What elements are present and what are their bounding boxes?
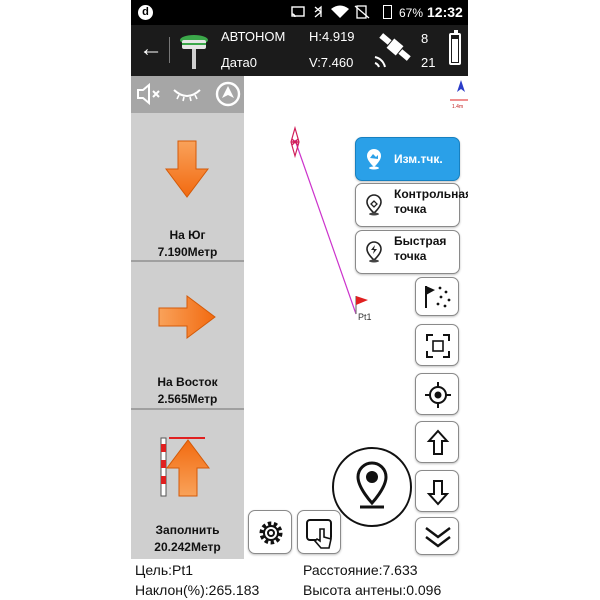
clock: 12:32 <box>427 4 463 20</box>
tap-select-button[interactable] <box>297 510 341 554</box>
control-point-icon <box>366 194 382 216</box>
settings-button[interactable] <box>248 510 292 554</box>
track-line <box>294 139 357 315</box>
control-point-label: Контрольная точка <box>394 187 468 216</box>
east-value: 2.565Метр <box>157 392 218 406</box>
battery-percent: 67% <box>399 6 424 20</box>
zoom-in-up-button[interactable] <box>415 421 459 463</box>
data-link-label: Дата0 <box>221 55 258 70</box>
top-app-bar: ← АВТОНОМ Дата0 H:4.919 V:7.460 8 21 <box>131 25 468 76</box>
battery-status-icon <box>383 5 392 19</box>
point-cloud-tool-button[interactable] <box>415 277 459 316</box>
fill-value: 20.242Метр <box>154 540 221 554</box>
south-offset-section: На Юг 7.190Метр <box>131 113 244 262</box>
double-chevron-down-icon <box>425 527 451 548</box>
south-value: 7.190Метр <box>157 245 218 259</box>
east-offset-section: На Восток 2.565Метр <box>131 262 244 410</box>
collect-point-button[interactable] <box>332 447 412 527</box>
arrow-down-outline-icon <box>426 480 450 506</box>
gnss-receiver-icon[interactable] <box>177 31 211 71</box>
distance-value: Расстояние:7.633 <box>303 562 418 578</box>
quick-point-icon <box>366 241 382 263</box>
quick-point-button[interactable]: Быстрая точка <box>355 230 460 274</box>
divider <box>169 37 170 63</box>
status-icons <box>291 5 377 22</box>
north-compass-icon <box>450 80 468 101</box>
status-bar: d 67% 12:32 <box>131 0 468 25</box>
south-label: На Юг <box>169 228 206 242</box>
connectivity-icons <box>291 5 370 19</box>
antenna-height-value: Высота антены:0.096 <box>303 582 442 598</box>
panel-toolbar <box>131 76 244 113</box>
measure-point-label: Изм.тчк. <box>394 152 443 166</box>
collapse-menu-button[interactable] <box>415 517 459 555</box>
fill-up-arrow-icon <box>160 437 210 497</box>
current-position-marker <box>290 125 300 159</box>
tilt-value: Наклон(%):265.183 <box>135 582 260 598</box>
measure-point-icon <box>367 149 381 170</box>
location-pin-icon <box>356 461 388 509</box>
bottom-info-bar: Цель:Pt1 Расстояние:7.633 Наклон(%):265.… <box>131 559 468 600</box>
arrow-right-icon <box>158 295 216 339</box>
gear-icon <box>259 521 283 545</box>
target-name: Цель:Pt1 <box>135 562 194 578</box>
arrow-up-outline-icon <box>426 429 450 455</box>
target-point-label: Pt1 <box>358 312 372 322</box>
solution-mode: АВТОНОМ <box>221 29 286 44</box>
fill-offset-section: Заполнить 20.242Метр <box>131 410 244 559</box>
stakeout-panel: На Юг 7.190Метр На Восток 2.565Метр Запо… <box>131 76 244 559</box>
satellites-used: 8 <box>421 31 429 46</box>
quick-point-label: Быстрая точка <box>394 234 447 263</box>
east-label: На Восток <box>157 375 218 389</box>
satellite-icon[interactable] <box>371 31 415 71</box>
v-precision: V:7.460 <box>309 55 354 70</box>
phone-screen: d 67% 12:32 ← АВТОНОМ Дата0 H:4.919 V:7.… <box>131 0 468 600</box>
arrow-down-icon <box>165 140 209 198</box>
receiver-battery-icon <box>449 30 461 65</box>
control-point-button[interactable]: Контрольная точка <box>355 183 468 227</box>
mute-icon[interactable] <box>135 83 163 105</box>
back-arrow-icon[interactable]: ← <box>139 37 163 61</box>
app-notification-icon: d <box>138 5 153 20</box>
zoom-out-down-button[interactable] <box>415 470 459 512</box>
scale-label: 1.4m <box>452 104 463 110</box>
satellites-total: 21 <box>421 55 436 70</box>
h-precision: H:4.919 <box>309 29 355 44</box>
fill-label: Заполнить <box>155 523 220 537</box>
eye-closed-icon[interactable] <box>171 85 203 103</box>
fit-extent-icon <box>426 334 450 358</box>
center-location-button[interactable] <box>415 373 459 415</box>
tap-hand-icon <box>306 519 332 549</box>
navigation-arrow-icon[interactable] <box>215 81 241 107</box>
measure-point-button[interactable]: Изм.тчк. <box>355 137 460 181</box>
crosshair-icon <box>425 382 451 408</box>
flag-dots-icon <box>425 286 451 308</box>
zoom-extent-button[interactable] <box>415 324 459 366</box>
